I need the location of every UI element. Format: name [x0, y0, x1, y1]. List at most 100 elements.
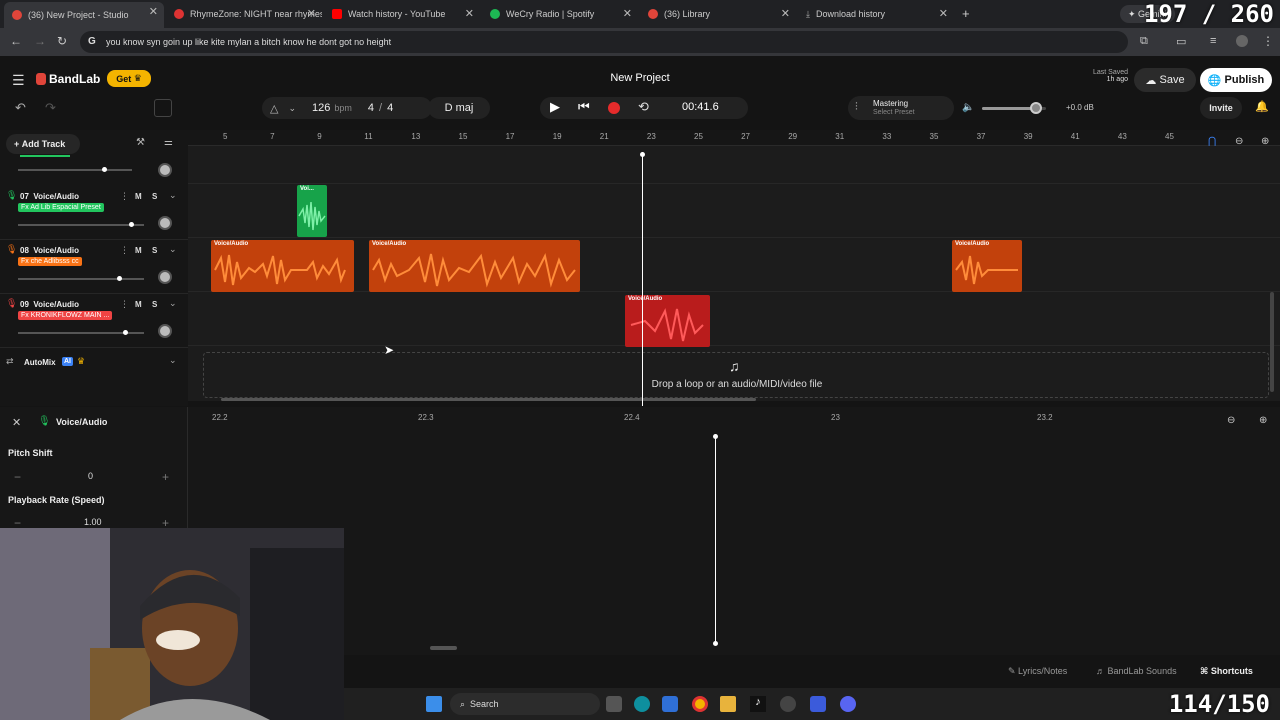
store-icon[interactable] — [662, 696, 678, 712]
save-button[interactable]: ☁ Save — [1134, 68, 1196, 92]
task-view-icon[interactable] — [606, 696, 622, 712]
close-icon[interactable]: ✕ — [12, 416, 21, 429]
tab-library[interactable]: (36) Library ✕ — [640, 4, 796, 24]
tempo-value[interactable]: 126 — [312, 102, 330, 114]
mastering-button[interactable]: ⫶ Mastering Select Preset — [848, 96, 954, 120]
shortcuts-button[interactable]: ⌘ Shortcuts — [1200, 666, 1253, 677]
new-tab-button[interactable]: + — [962, 6, 970, 21]
slider-handle[interactable] — [123, 330, 129, 335]
bell-icon[interactable]: 🔔 — [1255, 100, 1269, 113]
chevron-down-icon[interactable]: ⌄ — [169, 244, 177, 255]
pan-knob[interactable] — [158, 163, 172, 177]
invite-button[interactable]: Invite — [1200, 97, 1242, 119]
time-signature-denominator[interactable]: 4 — [387, 102, 393, 114]
add-track-button[interactable]: + Add Track — [6, 134, 80, 154]
publish-button[interactable]: 🌐 Publish — [1200, 68, 1272, 92]
slider-handle[interactable] — [102, 167, 107, 172]
audio-clip[interactable]: Voice/Audio — [625, 295, 710, 347]
undo-icon[interactable]: ↶ — [15, 100, 26, 116]
metronome-icon[interactable]: △ — [270, 102, 278, 115]
tab-spotify[interactable]: WeCry Radio | Spotify ✕ — [482, 4, 638, 24]
get-membership-button[interactable]: Get ♛ — [107, 70, 151, 87]
automix-row[interactable]: ⇄ AutoMix AI ♛ ⌄ — [0, 352, 188, 374]
solo-button[interactable]: S — [152, 300, 157, 309]
tab-rhymezone[interactable]: RhymeZone: NIGHT near rhymes ✕ — [166, 4, 322, 24]
close-icon[interactable]: ✕ — [781, 7, 790, 20]
vertical-scrollbar[interactable] — [1270, 292, 1274, 392]
playback-rate-value[interactable]: 1.00 — [84, 517, 102, 527]
slider-handle[interactable] — [116, 276, 122, 281]
close-icon[interactable]: ✕ — [623, 7, 632, 20]
playhead-handle[interactable] — [640, 152, 645, 157]
decrement-button[interactable]: − — [14, 470, 21, 484]
arrangement-lanes[interactable]: Voi... Voice/Audio Voice/Audio Voice/Aud… — [188, 146, 1280, 401]
pan-knob[interactable] — [158, 324, 172, 338]
close-icon[interactable]: ✕ — [465, 7, 474, 20]
drop-zone[interactable]: ♫ Drop a loop or an audio/MIDI/video fil… — [203, 352, 1269, 398]
track-volume-slider[interactable] — [18, 278, 144, 280]
track-row-09[interactable]: 🎙 09 Voice/Audio ⋮ M S ⌄ Fx KRONIKFLOWZ … — [0, 294, 188, 348]
fx-preset-badge[interactable]: Fx Ad Lib Espacial Preset — [18, 203, 104, 212]
close-icon[interactable]: ✕ — [307, 7, 316, 20]
chevron-down-icon[interactable]: ⌄ — [169, 298, 177, 309]
mute-button[interactable]: M — [135, 300, 142, 309]
skip-back-icon[interactable]: ⏮ — [578, 99, 590, 115]
track-row-07[interactable]: 🎙 07 Voice/Audio ⋮ M S ⌄ Fx Ad Lib Espac… — [0, 186, 188, 240]
close-icon[interactable]: ✕ — [149, 5, 158, 18]
tab-downloads[interactable]: ⤓ Download history ✕ — [798, 4, 954, 24]
cast-icon[interactable]: ▭ — [1176, 35, 1186, 48]
reload-icon[interactable]: ↻ — [57, 34, 67, 48]
fx-preset-badge[interactable]: Fx che Adlibsss cc — [18, 257, 82, 266]
bandlab-sounds-button[interactable]: ♬ BandLab Sounds — [1096, 666, 1177, 676]
audio-clip[interactable]: Voice/Audio — [952, 240, 1022, 292]
menu-icon[interactable]: ⋮ — [1262, 34, 1274, 48]
chevron-down-icon[interactable]: ⌄ — [169, 355, 177, 366]
volume-handle[interactable] — [1030, 102, 1043, 114]
track-name[interactable]: Voice/Audio — [33, 246, 79, 255]
chevron-down-icon[interactable]: ⌄ — [288, 103, 296, 114]
speaker-icon[interactable]: 🔈 — [962, 102, 974, 113]
back-icon[interactable]: ← — [10, 34, 22, 48]
edge-icon[interactable] — [634, 696, 650, 712]
playhead[interactable] — [642, 152, 643, 406]
solo-button[interactable]: S — [152, 192, 157, 201]
chrome-icon[interactable] — [692, 696, 708, 712]
tab-studio[interactable]: (36) New Project - Studio ✕ — [4, 2, 164, 28]
app-icon[interactable] — [780, 696, 796, 712]
hamburger-menu-icon[interactable]: ☰ — [12, 72, 25, 89]
pan-knob[interactable] — [158, 270, 172, 284]
audio-clip[interactable]: Voice/Audio — [211, 240, 354, 292]
file-explorer-icon[interactable] — [720, 696, 736, 712]
editor-playhead[interactable] — [715, 436, 716, 644]
more-options-icon[interactable]: ⋮ — [120, 245, 129, 256]
track-name[interactable]: Voice/Audio — [33, 192, 79, 201]
timeline-ruler[interactable]: 5 7 9 11 13 15 17 19 21 23 25 27 29 31 33 35 37 39 41 43 45 — [188, 130, 1280, 146]
fx-preset-badge[interactable]: Fx KRONIKFLOWZ MAIN ... — [18, 311, 113, 320]
time-signature-numerator[interactable]: 4 — [368, 102, 374, 114]
chevron-down-icon[interactable]: ⌄ — [169, 190, 177, 201]
lyrics-notes-button[interactable]: ✎ Lyrics/Notes — [1008, 666, 1067, 677]
editor-ruler[interactable]: 22.2 22.3 22.4 23 23.2 — [188, 407, 1280, 429]
record-icon[interactable] — [608, 102, 620, 114]
horizontal-scrollbar[interactable] — [221, 398, 756, 401]
mixer-icon[interactable]: ⚌ — [164, 137, 173, 148]
extensions-icon[interactable]: ⧉ — [1140, 35, 1148, 48]
mute-button[interactable]: M — [135, 192, 142, 201]
redo-icon[interactable]: ↷ — [45, 100, 56, 116]
play-icon[interactable]: ▶ — [550, 99, 560, 115]
track-volume-slider[interactable] — [18, 169, 132, 171]
search-input[interactable]: G you know syn goin up like kite mylan a… — [80, 31, 1128, 53]
pan-knob[interactable] — [158, 216, 172, 230]
track-name[interactable]: Voice/Audio — [33, 300, 79, 309]
audio-clip[interactable]: Voi... — [297, 185, 327, 237]
tab-youtube[interactable]: Watch history - YouTube ✕ — [324, 4, 480, 24]
loop-icon[interactable]: ⟲ — [638, 99, 649, 115]
app-icon[interactable] — [810, 696, 826, 712]
more-options-icon[interactable]: ⋮ — [120, 191, 129, 202]
track-volume-slider[interactable] — [18, 224, 144, 226]
forward-icon[interactable]: → — [34, 34, 46, 48]
editor-scrollbar[interactable] — [430, 646, 457, 650]
key-selector[interactable]: D maj — [428, 97, 490, 119]
audio-clip[interactable]: Voice/Audio — [369, 240, 580, 292]
media-icon[interactable]: ≡ — [1210, 35, 1216, 47]
